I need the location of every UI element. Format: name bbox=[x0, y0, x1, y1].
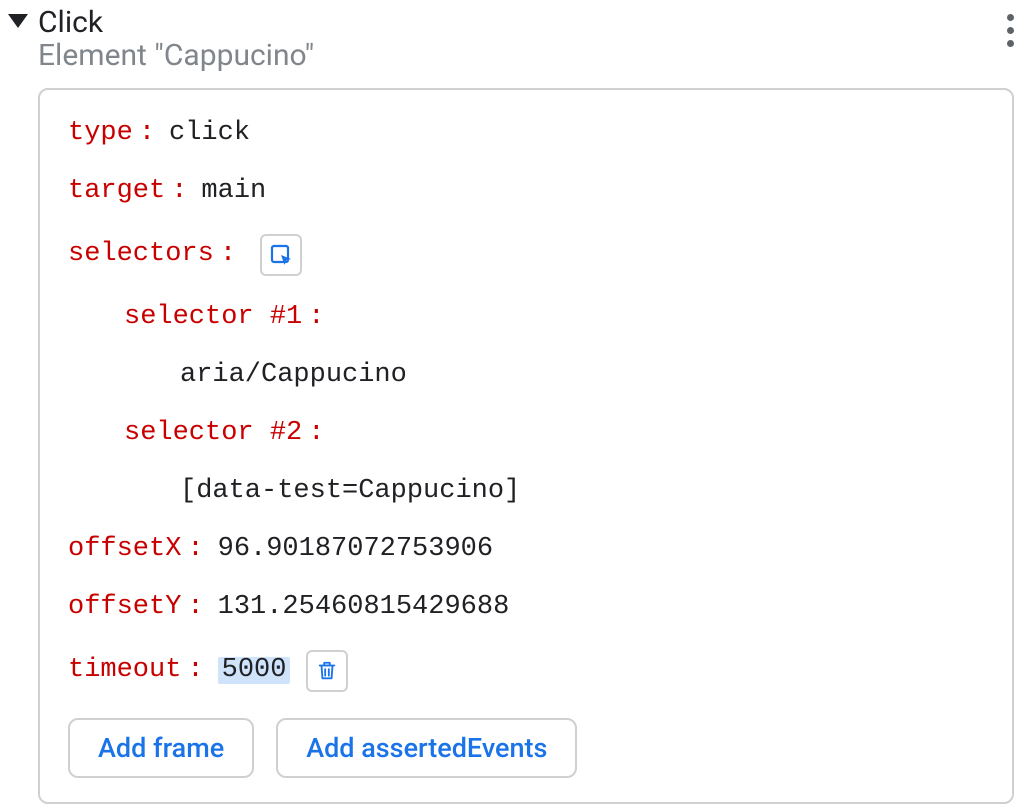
colon: : bbox=[308, 420, 324, 447]
step-header: Click Element "Cappucino" bbox=[8, 4, 1026, 74]
step-header-left: Click Element "Cappucino" bbox=[8, 4, 314, 74]
trash-icon bbox=[316, 660, 338, 682]
key-type: type bbox=[68, 120, 133, 147]
row-selector-1-value[interactable]: aria/Cappucino bbox=[68, 360, 984, 392]
kebab-menu-icon[interactable] bbox=[1003, 6, 1018, 55]
value-selector-1[interactable]: aria/Cappucino bbox=[180, 362, 407, 389]
disclosure-triangle-icon[interactable] bbox=[8, 14, 28, 28]
row-type[interactable]: type: click bbox=[68, 118, 984, 150]
row-selector-2-label[interactable]: selector #2: bbox=[68, 418, 984, 450]
value-offsety[interactable]: 131.25460815429688 bbox=[218, 594, 510, 621]
colon: : bbox=[139, 120, 155, 147]
step-titles: Click Element "Cappucino" bbox=[38, 6, 314, 74]
colon: : bbox=[187, 536, 203, 563]
key-target: target bbox=[68, 178, 165, 205]
value-type[interactable]: click bbox=[169, 120, 250, 147]
row-selector-1-label[interactable]: selector #1: bbox=[68, 302, 984, 334]
key-selectors: selectors bbox=[68, 241, 214, 268]
value-offsetx[interactable]: 96.90187072753906 bbox=[218, 536, 493, 563]
row-timeout[interactable]: timeout: 5000 bbox=[68, 650, 984, 692]
colon: : bbox=[187, 657, 203, 684]
step-subtitle: Element "Cappucino" bbox=[38, 39, 314, 74]
value-timeout[interactable]: 5000 bbox=[218, 657, 291, 684]
row-selectors[interactable]: selectors: bbox=[68, 234, 984, 276]
key-selector-1: selector #1 bbox=[124, 304, 302, 331]
row-target[interactable]: target: main bbox=[68, 176, 984, 208]
select-element-button[interactable] bbox=[260, 234, 302, 276]
value-selector-2[interactable]: [data-test=Cappucino] bbox=[180, 478, 520, 505]
key-timeout: timeout bbox=[68, 657, 181, 684]
step-title: Click bbox=[38, 6, 314, 39]
step-editor-root: Click Element "Cappucino" type: click ta… bbox=[0, 0, 1032, 804]
colon: : bbox=[187, 594, 203, 621]
colon: : bbox=[308, 304, 324, 331]
key-offsety: offsetY bbox=[68, 594, 181, 621]
delete-attribute-button[interactable] bbox=[306, 650, 348, 692]
colon: : bbox=[220, 241, 236, 268]
colon: : bbox=[171, 178, 187, 205]
key-offsetx: offsetX bbox=[68, 536, 181, 563]
row-offsetx[interactable]: offsetX: 96.90187072753906 bbox=[68, 534, 984, 566]
value-target[interactable]: main bbox=[201, 178, 266, 205]
key-selector-2: selector #2 bbox=[124, 420, 302, 447]
row-selector-2-value[interactable]: [data-test=Cappucino] bbox=[68, 476, 984, 508]
selector-picker-icon bbox=[269, 243, 293, 267]
step-detail-panel: type: click target: main selectors: sele… bbox=[38, 88, 1014, 804]
row-offsety[interactable]: offsetY: 131.25460815429688 bbox=[68, 592, 984, 624]
